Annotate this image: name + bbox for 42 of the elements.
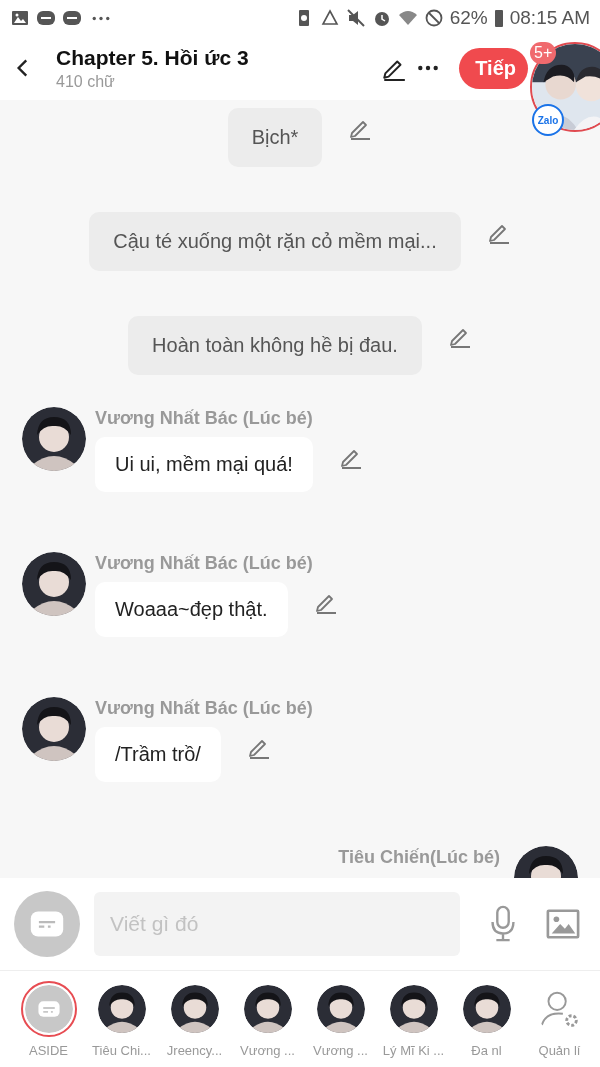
character-tab[interactable]: Vương ... (231, 980, 304, 1058)
app-logo: Zalo (532, 104, 564, 136)
character-tab[interactable]: Lý Mĩ Ki ... (377, 980, 450, 1058)
character-tab[interactable]: Tiêu Chi... (85, 980, 158, 1058)
aside-icon (24, 984, 73, 1033)
chapter-title: Chapter 5. Hồi ức 3 (56, 45, 250, 70)
character-name: Tiêu Chiến(Lúc bé) (338, 847, 500, 869)
message-bubble: /Trầm trồ/ (95, 727, 221, 782)
avatar (462, 984, 511, 1033)
avatar (22, 552, 86, 616)
word-count: 410 chữ (56, 72, 116, 91)
character-tab[interactable]: Vương ... (304, 980, 377, 1058)
character-name: Vương Nhất Bác (Lúc bé) (95, 698, 313, 719)
avatar (316, 984, 365, 1033)
avatar (97, 984, 146, 1033)
more-notifications-icon (92, 15, 110, 21)
avatar (389, 984, 438, 1033)
gallery-notification-icon (10, 8, 30, 28)
more-icon (417, 65, 440, 71)
message-bubble: Ui ui, mềm mại quá! (95, 437, 313, 492)
character-name: Vương Nhất Bác (Lúc bé) (95, 408, 314, 429)
chat-app-notification-icon (36, 8, 56, 28)
battery-percentage: 62% (449, 7, 488, 29)
character-tab[interactable]: Đa nl (450, 980, 523, 1058)
character-name: Vương Nhất Bác (Lúc bé) (95, 553, 314, 574)
avatar (243, 984, 292, 1033)
narration-bubble: Hoàn toàn không hề bị đau. (128, 316, 422, 375)
character-tab[interactable]: Jreency... (158, 980, 231, 1058)
blocked-icon (423, 8, 444, 28)
mute-icon (345, 8, 366, 28)
clock: 08:15 AM (509, 7, 590, 29)
character-tab[interactable]: Quản lí (523, 980, 596, 1058)
narration-bubble: Bịch* (227, 108, 323, 167)
battery-icon (493, 8, 504, 28)
next-button[interactable]: Tiếp (459, 47, 528, 89)
narration-bubble: Cậu té xuống một rặn cỏ mềm mại... (89, 212, 461, 271)
avatar (170, 984, 219, 1033)
message-icon (29, 909, 65, 939)
avatar (22, 407, 86, 471)
chat-app-notification-icon (62, 8, 82, 28)
message-bubble: Woaaa~đẹp thật. (95, 582, 288, 637)
avatar (22, 697, 86, 761)
